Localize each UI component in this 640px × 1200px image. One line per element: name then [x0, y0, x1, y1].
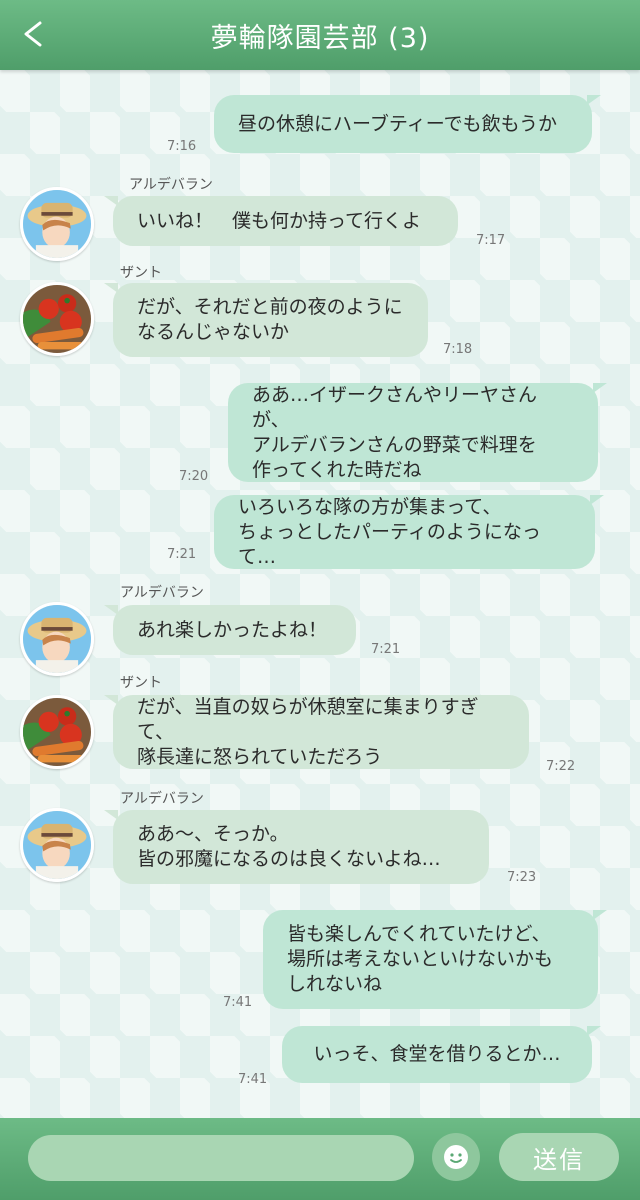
avatar[interactable]: [20, 187, 94, 261]
sender-name: ザント: [120, 265, 162, 281]
sender-name: ザント: [120, 675, 162, 691]
message-bubble: あれ楽しかったよね！: [104, 605, 356, 655]
aldebaran-avatar-image: [23, 605, 91, 673]
message-bubble: ああ…イザークさんやリーヤさんが、 アルデバランさんの野菜で料理を 作ってくれた…: [228, 383, 607, 482]
sender-name: アルデバラン: [120, 585, 204, 601]
message-time: 7:41: [238, 1072, 268, 1087]
message-bubble: いいね！ 僕も何か持って行くよ: [104, 196, 458, 246]
message-list[interactable]: 昼の休憩にハーブティーでも飲もうか 7:16 アルデバラン いいね！ 僕も何か持…: [0, 70, 640, 1118]
aldebaran-avatar-image: [23, 811, 91, 879]
message-bubble: ああ〜、そっか。 皆の邪魔になるのは良くないよね…: [104, 810, 489, 884]
chevron-left-icon: [24, 21, 42, 47]
header-bar: 夢輪隊園芸部 (3): [0, 0, 640, 70]
message-bubble: いろいろな隊の方が集まって、 ちょっとしたパーティのようになって…: [214, 495, 604, 569]
smiley-icon: [444, 1145, 468, 1169]
back-button[interactable]: [16, 14, 50, 54]
message-time: 7:23: [507, 870, 537, 885]
avatar[interactable]: [20, 695, 94, 769]
message-bubble: いっそ、食堂を借りるとか…: [282, 1026, 601, 1083]
message-bubble: 昼の休憩にハーブティーでも飲もうか: [214, 95, 601, 153]
message-time: 7:21: [371, 642, 401, 657]
aldebaran-avatar-image: [23, 190, 91, 258]
send-button[interactable]: 送信: [499, 1133, 619, 1181]
avatar[interactable]: [20, 282, 94, 356]
sender-name: アルデバラン: [129, 177, 213, 193]
avatar[interactable]: [20, 808, 94, 882]
emoji-button[interactable]: [432, 1133, 480, 1181]
message-bubble: だが、当直の奴らが休憩室に集まりすぎて、 隊長達に怒られていただろう: [104, 695, 529, 769]
avatar[interactable]: [20, 602, 94, 676]
sender-name: アルデバラン: [120, 791, 204, 807]
message-time: 7:41: [223, 995, 253, 1010]
message-time: 7:20: [179, 469, 209, 484]
message-time: 7:17: [476, 233, 506, 248]
zant-avatar-image: [23, 698, 91, 766]
message-time: 7:18: [443, 342, 473, 357]
zant-avatar-image: [23, 285, 91, 353]
chat-screen: 夢輪隊園芸部 (3) 昼の休憩にハーブティーでも飲もうか 7:16 アルデバラン…: [0, 0, 640, 1200]
message-bubble: 皆も楽しんでくれていたけど、 場所は考えないといけないかも しれないね: [263, 910, 607, 1009]
message-bubble: だが、それだと前の夜のように なるんじゃないか: [104, 283, 428, 357]
composer-bar: 送信: [0, 1118, 640, 1200]
message-time: 7:16: [167, 139, 197, 154]
message-time: 7:22: [546, 759, 576, 774]
message-input[interactable]: [28, 1135, 414, 1181]
chat-title: 夢輪隊園芸部 (3): [210, 22, 430, 54]
message-time: 7:21: [167, 547, 197, 562]
